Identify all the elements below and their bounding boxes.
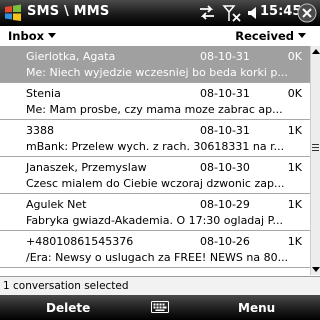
message-size: 1K bbox=[287, 235, 302, 248]
message-date: 08-10-31 bbox=[200, 50, 250, 63]
selection-status: 1 conversation selected bbox=[3, 280, 129, 292]
message-date: 08-10-29 bbox=[200, 198, 250, 211]
sync-icon[interactable] bbox=[198, 3, 216, 23]
message-preview: Fabryka gwiazd-Akademia. O 17:30 ogladaj… bbox=[26, 214, 283, 227]
message-row[interactable]: Gierlotka, Agata 08-10-31 0K Me: Niech w… bbox=[0, 46, 310, 83]
volume-icon[interactable] bbox=[246, 3, 260, 23]
message-preview: Czesc mialem do Ciebie wczoraj dzwonic z… bbox=[26, 177, 285, 190]
message-preview: Me: Niech wyjedzie wczesniej bo beda kor… bbox=[26, 66, 288, 79]
message-list: Gierlotka, Agata 08-10-31 0K Me: Niech w… bbox=[0, 46, 310, 275]
folder-dropdown[interactable]: Inbox bbox=[8, 29, 57, 43]
message-date: 08-10-26 bbox=[200, 235, 250, 248]
message-preview: Me: Mam prosbe, czy mama moze zabrac ap.… bbox=[26, 103, 283, 116]
message-sender: Agulek Net bbox=[26, 198, 87, 211]
sort-dropdown-label: Received bbox=[235, 29, 294, 43]
folder-dropdown-label: Inbox bbox=[8, 29, 45, 43]
chevron-down-icon bbox=[298, 33, 306, 38]
menu-softkey[interactable]: Menu bbox=[238, 301, 275, 315]
chevron-down-icon bbox=[48, 33, 57, 38]
status-line: 1 conversation selected bbox=[0, 276, 320, 295]
signal-off-icon[interactable] bbox=[222, 3, 242, 23]
message-size: 1K bbox=[287, 161, 302, 174]
message-sender: +48010861545376 bbox=[26, 235, 134, 248]
message-size: 0K bbox=[287, 50, 302, 63]
delete-softkey[interactable]: Delete bbox=[46, 301, 90, 315]
message-sender: Janaszek, Przemyslaw bbox=[26, 161, 147, 174]
message-row[interactable]: Stenia 08-10-31 0K Me: Mam prosbe, czy m… bbox=[0, 83, 310, 120]
softkey-bar: Delete Menu bbox=[0, 295, 320, 320]
message-row[interactable]: Janaszek, Przemyslaw 08-10-30 1K Czesc m… bbox=[0, 157, 310, 194]
scrollbar[interactable] bbox=[310, 46, 320, 275]
message-preview: /Era: Newsy o uslugach za FREE! NEWS na … bbox=[26, 251, 289, 264]
close-icon[interactable] bbox=[297, 3, 317, 23]
title-bar: SMS \ MMS 15:45 bbox=[0, 0, 320, 26]
message-sender: Stenia bbox=[26, 87, 61, 100]
clock[interactable]: 15:45 bbox=[260, 4, 301, 19]
sort-dropdown[interactable]: Received bbox=[235, 29, 306, 43]
message-preview: mBank: Przelew wych. z rach. 30618331 na… bbox=[26, 140, 285, 153]
scroll-thumb[interactable] bbox=[312, 142, 319, 156]
message-date: 08-10-31 bbox=[200, 124, 250, 137]
windows-start-icon[interactable] bbox=[3, 3, 23, 23]
message-size: 0K bbox=[287, 87, 302, 100]
message-date: 08-10-31 bbox=[200, 87, 250, 100]
message-sender: Gierlotka, Agata bbox=[26, 50, 116, 63]
scroll-down-arrow-icon[interactable] bbox=[312, 267, 320, 272]
message-row[interactable]: Agulek Net 08-10-29 1K Fabryka gwiazd-Ak… bbox=[0, 194, 310, 231]
message-row[interactable]: 3388 08-10-31 1K mBank: Przelew wych. z … bbox=[0, 120, 310, 157]
message-date: 08-10-30 bbox=[200, 161, 250, 174]
message-size: 1K bbox=[287, 124, 302, 137]
app-title: SMS \ MMS bbox=[27, 4, 110, 19]
filter-bar: Inbox Received bbox=[0, 26, 320, 47]
scroll-up-arrow-icon[interactable] bbox=[312, 49, 320, 54]
keyboard-icon[interactable] bbox=[151, 300, 169, 314]
message-size: 1K bbox=[287, 198, 302, 211]
message-row[interactable]: +48010861545376 08-10-26 1K /Era: Newsy … bbox=[0, 231, 310, 268]
message-sender: 3388 bbox=[26, 124, 54, 137]
